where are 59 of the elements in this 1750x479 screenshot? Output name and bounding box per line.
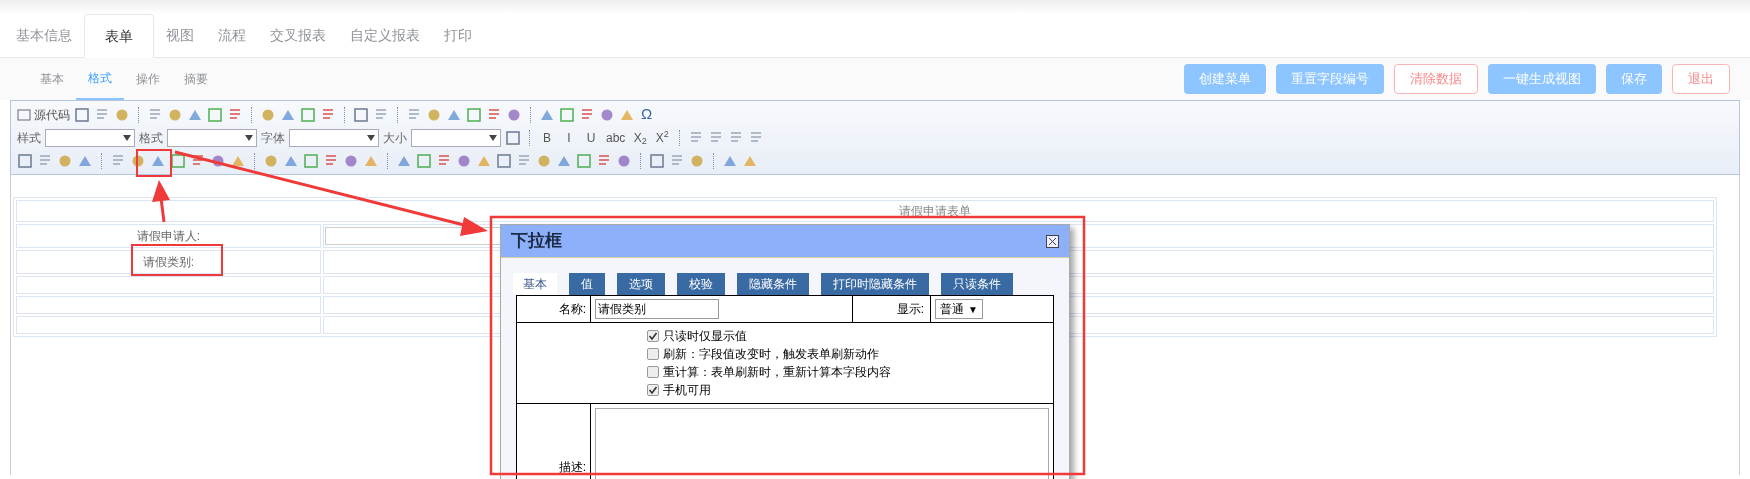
format-button[interactable]: I [560, 128, 578, 147]
format-button[interactable]: X$_{2}$ [631, 128, 650, 147]
option-label: 手机可用 [663, 382, 711, 399]
display-label: 显示: [896, 301, 924, 318]
format-button[interactable]: X$^{2}$ [653, 128, 672, 147]
main-tab[interactable]: 基本信息 [4, 13, 84, 57]
main-tab[interactable]: 交叉报表 [258, 13, 338, 57]
annotation-arrow [152, 180, 170, 223]
form-label: 请假类别: [142, 254, 195, 271]
sub-tab[interactable]: 摘要 [172, 58, 220, 100]
main-tab[interactable]: 视图 [154, 13, 206, 57]
description-textarea[interactable] [595, 408, 1049, 479]
description-label: 描述: [558, 459, 586, 476]
checkbox[interactable] [647, 330, 659, 342]
dialog-tab[interactable]: 打印时隐藏条件 [821, 273, 929, 295]
caret-icon [489, 134, 497, 141]
caret-icon [245, 134, 253, 141]
special-character-button[interactable]: Ω [639, 103, 655, 126]
main-tab[interactable]: 自定义报表 [338, 13, 432, 57]
option-label: 刷新：字段值改变时，触发表单刷新动作 [663, 346, 879, 363]
dropdown-label: 大小 [383, 129, 407, 147]
source-code-button[interactable]: 源代码 [17, 105, 70, 124]
checkbox[interactable] [647, 366, 659, 378]
dialog-tab[interactable]: 值 [569, 273, 605, 295]
format-button[interactable]: U [582, 128, 600, 147]
dropdown-label: 字体 [261, 129, 285, 147]
toolbar-select[interactable] [45, 128, 135, 147]
form-title-cell: 请假申请表单 [16, 200, 1714, 222]
name-label: 名称: [558, 301, 586, 318]
caret-icon [367, 134, 375, 141]
option-label: 只读时仅显示值 [663, 328, 747, 345]
main-tab[interactable]: 流程 [206, 13, 258, 57]
format-button[interactable]: B [538, 128, 556, 147]
toolbar-select[interactable] [289, 128, 379, 147]
highlight-frame [136, 149, 172, 177]
main-tab[interactable]: 打印 [432, 13, 484, 57]
dialog-tab[interactable]: 基本 [513, 273, 557, 295]
close-icon[interactable] [1046, 234, 1059, 248]
sub-tab[interactable]: 基本 [28, 58, 76, 100]
toolbar-select[interactable] [167, 128, 257, 147]
dialog-title: 下拉框 [511, 230, 562, 253]
dialog-tab[interactable]: 校验 [677, 273, 725, 295]
caret-icon [123, 134, 131, 141]
dialog-tab[interactable]: 选项 [617, 273, 665, 295]
display-select[interactable]: 普通 ▼ [935, 299, 983, 319]
checkbox-icon[interactable] [17, 152, 33, 169]
name-input-field[interactable]: 请假类别 [595, 299, 719, 319]
main-tab[interactable]: 表单 [84, 14, 154, 58]
dialog-tab[interactable]: 只读条件 [941, 273, 1013, 295]
dialog-tab[interactable]: 隐藏条件 [737, 273, 809, 295]
dropdown-label: 格式 [139, 129, 163, 147]
checkbox[interactable] [647, 384, 659, 396]
sub-tab[interactable]: 操作 [124, 58, 172, 100]
option-label: 重计算：表单刷新时，重新计算本字段内容 [663, 364, 891, 381]
toolbar-select[interactable] [411, 128, 501, 147]
dropdown-label: 样式 [17, 129, 41, 147]
checkbox[interactable] [647, 348, 659, 360]
form-label: 请假申请人: [136, 228, 201, 245]
format-button[interactable]: abc [604, 128, 628, 147]
